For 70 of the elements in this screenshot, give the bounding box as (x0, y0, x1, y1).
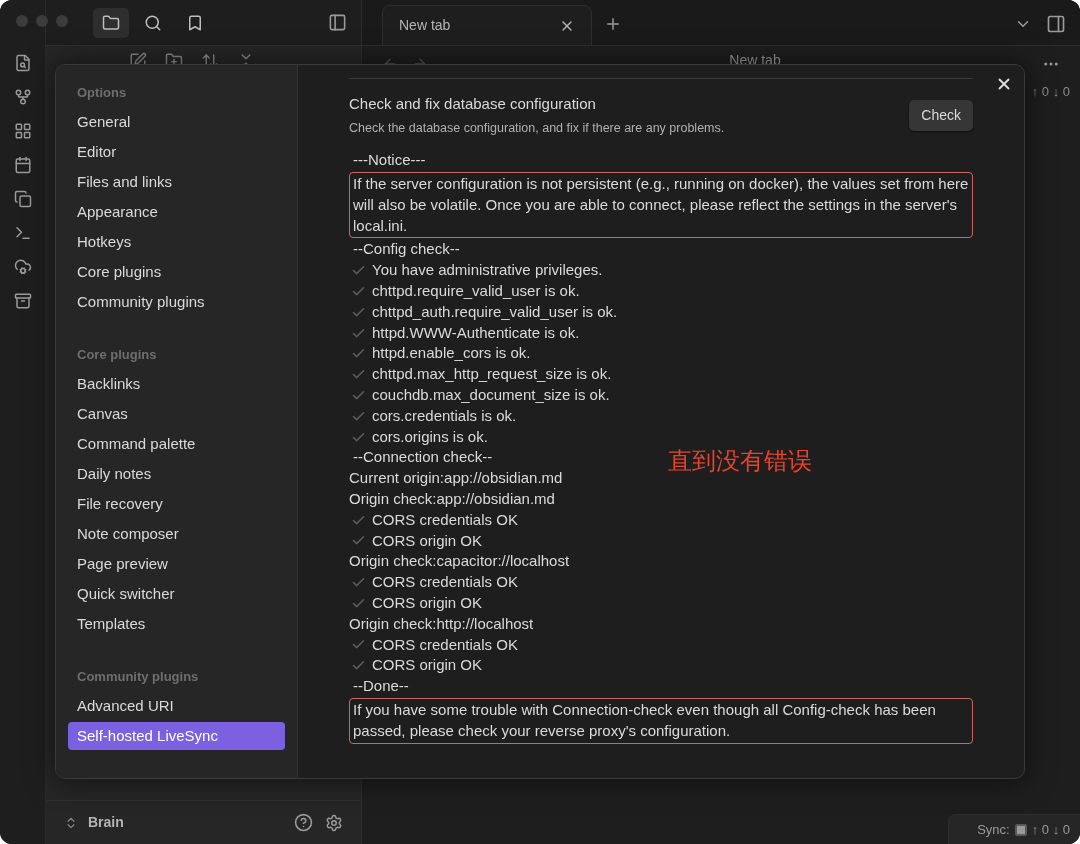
log-line: chttpd.require_valid_user is ok. (372, 281, 580, 302)
notice-box: If you have some trouble with Connection-check even though all Config-check has been passed, please check your reverse proxy's configuration. (349, 697, 973, 744)
log-heading: --Connection check-- (352, 447, 493, 468)
log-line: Origin check:app://obsidian.md (349, 489, 555, 509)
log-line: cors.origins is ok. (372, 426, 488, 447)
nav-item[interactable]: Backlinks (68, 370, 285, 398)
nav-item[interactable]: Templates (68, 610, 285, 638)
nav-item[interactable]: File recovery (68, 490, 285, 518)
log-heading: ---Notice--- (352, 150, 426, 171)
vault-name[interactable]: Brain (88, 812, 124, 833)
status-label: Sync: (977, 820, 1010, 839)
section-title: Check and fix database configuration (349, 94, 597, 114)
log-line: CORS origin OK (372, 655, 483, 676)
log-line: couchdb.max_document_size is ok. (372, 385, 610, 405)
log-line: CORS credentials OK (372, 634, 518, 655)
log-line: httpd.enable_cors is ok. (372, 343, 531, 364)
nav-item[interactable]: Daily notes (68, 460, 285, 488)
archive-icon[interactable] (13, 292, 32, 310)
right-sidebar-toggle-icon[interactable] (1046, 14, 1066, 34)
log-line: CORS origin OK (372, 530, 483, 551)
notice-box: If the server configuration is not persistent (e.g., running on docker), the values set from here will also be volatile. Once you are able to connect, please reflect the settings in the server's local.ini. (349, 172, 973, 239)
log-line: CORS credentials OK (372, 509, 518, 530)
log-line: Origin check:http://localhost (349, 613, 534, 634)
status-counts: ↑ 0 ↓ 0 (1031, 820, 1070, 839)
calendar-icon[interactable] (13, 156, 32, 174)
log-line: httpd.WWW-Authenticate is ok. (372, 322, 580, 343)
log-line: CORS origin OK (372, 593, 483, 613)
sync-status-icon (1014, 823, 1027, 836)
nav-item[interactable]: Community plugins (68, 288, 285, 316)
log-line: chttpd.max_http_request_size is ok. (372, 364, 612, 385)
log-line: You have administrative privileges. (372, 260, 603, 281)
help-icon[interactable] (294, 813, 313, 832)
graph-icon[interactable] (13, 88, 32, 106)
nav-item[interactable]: Files and links (68, 168, 285, 196)
nav-item[interactable]: Page preview (68, 550, 285, 578)
nav-item[interactable]: Canvas (68, 400, 285, 428)
settings-icon[interactable] (325, 813, 343, 832)
cloud-gear-icon[interactable] (13, 258, 32, 276)
nav-item[interactable]: Quick switcher (68, 580, 285, 608)
check-button[interactable]: Check (909, 99, 973, 131)
log-heading: --Done-- (352, 676, 409, 697)
nav-item[interactable]: Core plugins (68, 258, 285, 286)
nav-item[interactable]: Self-hosted LiveSync (68, 722, 285, 750)
sidebar-toggle-icon[interactable] (328, 13, 347, 32)
grid-icon[interactable] (13, 122, 32, 140)
nav-item[interactable]: Hotkeys (68, 228, 285, 256)
nav-heading: Core plugins (76, 346, 158, 364)
nav-item[interactable]: Editor (68, 138, 285, 166)
log-line: chttpd_auth.require_valid_user is ok. (372, 301, 618, 322)
file-search-icon[interactable] (13, 54, 32, 72)
nav-heading: Options (76, 84, 128, 102)
copy-icon[interactable] (13, 190, 32, 208)
sync-counts: ↑ 0 ↓ 0 (1031, 83, 1070, 101)
log-heading: --Config check-- (352, 239, 460, 260)
nav-item[interactable]: Command palette (68, 430, 285, 458)
nav-item[interactable]: Advanced URI (68, 692, 285, 720)
log-line: cors.credentials is ok. (372, 405, 517, 426)
log-line: Origin check:capacitor://localhost (349, 551, 570, 572)
section-description: Check the database configuration, and fix if there are any problems. (349, 119, 725, 137)
nav-heading: Community plugins (76, 668, 200, 686)
log-line: Current origin:app://obsidian.md (349, 468, 563, 489)
nav-item[interactable]: Appearance (68, 198, 285, 226)
terminal-icon[interactable] (13, 224, 32, 242)
annotation: 直到没有错误 (668, 446, 812, 476)
nav-item[interactable]: Note composer (68, 520, 285, 548)
new-tab-icon[interactable] (604, 15, 622, 33)
nav-item[interactable]: General (68, 108, 285, 136)
log-line: CORS credentials OK (372, 572, 518, 593)
folder-icon[interactable] (93, 7, 129, 38)
tab[interactable]: New tab (382, 5, 592, 45)
